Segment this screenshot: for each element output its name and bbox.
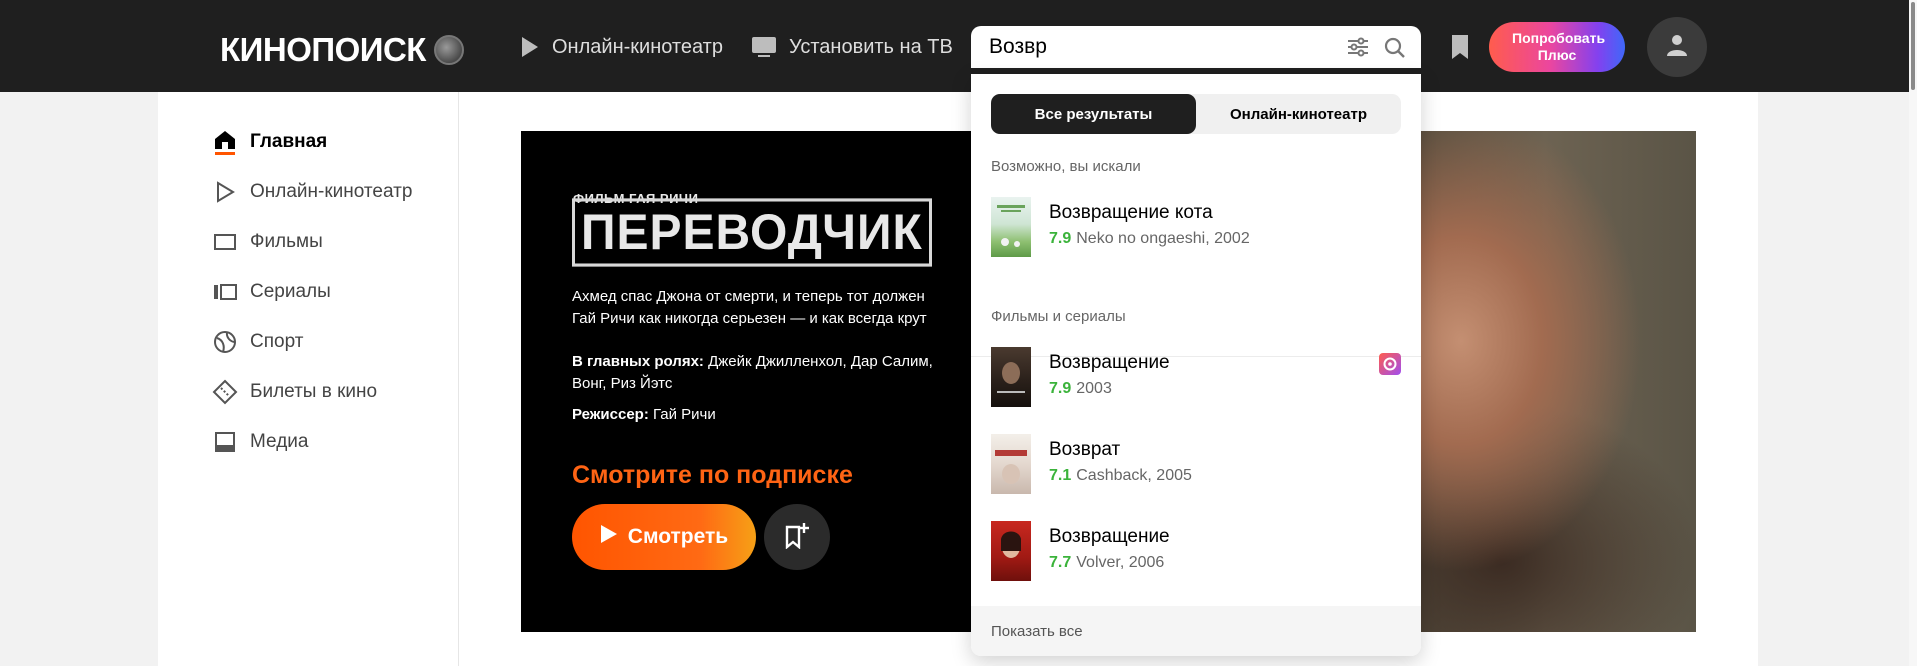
director-label: Режиссер:	[572, 406, 649, 423]
sidebar-item-label: Онлайн-кинотеатр	[250, 181, 413, 202]
sidebar-item-sport[interactable]: Спорт	[212, 327, 303, 357]
play-icon	[212, 179, 238, 205]
film-icon	[212, 229, 238, 255]
banner-description-line2: Гай Ричи как никогда серьезен — и как вс…	[572, 310, 927, 327]
scrollbar[interactable]	[1909, 0, 1917, 666]
maybe-section-title: Возможно, вы искали	[991, 158, 1141, 175]
series-icon	[212, 279, 238, 305]
cast-label: В главных ролях:	[572, 353, 704, 370]
search-result-item[interactable]: Возврат 7.1 Cashback, 2005	[991, 434, 1401, 496]
search-box	[971, 26, 1421, 68]
cast-value-2: Вонг, Риз Йэтс	[572, 375, 673, 392]
result-rating: 7.9	[1049, 230, 1072, 247]
nav-online-cinema-label: Онлайн-кинотеатр	[552, 35, 723, 58]
avatar[interactable]	[1647, 17, 1707, 77]
sidebar-item-tickets[interactable]: Билеты в кино	[212, 377, 377, 407]
result-title: Возвращение	[1049, 352, 1170, 373]
plus-badge-icon	[1379, 353, 1401, 375]
sidebar-item-label: Спорт	[250, 331, 304, 352]
search-result-item[interactable]: Возвращение кота 7.9 Neko no ongaeshi, 20…	[991, 197, 1401, 259]
poster-image	[991, 197, 1031, 257]
search-icon[interactable]	[1383, 36, 1407, 65]
home-icon	[212, 129, 238, 155]
bookmark-icon[interactable]	[1450, 34, 1470, 65]
banner-cast: В главных ролях: Джейк Джилленхол, Дар С…	[572, 351, 1002, 395]
sidebar-item-label: Главная	[250, 131, 328, 152]
tab-all-results[interactable]: Все результаты	[991, 94, 1196, 134]
watch-button-label: Смотреть	[627, 525, 729, 548]
search-result-item[interactable]: Возвращение 7.7 Volver, 2006	[991, 521, 1401, 583]
show-all-link[interactable]: Показать все	[971, 606, 1421, 656]
banner-description-line1: Ахмед спас Джона от смерти, и теперь тот…	[572, 288, 925, 305]
result-rating: 7.7	[1049, 554, 1072, 571]
result-meta: 7.1 Cashback, 2005	[1049, 467, 1192, 485]
sidebar-item-online-cinema[interactable]: Онлайн-кинотеатр	[212, 177, 412, 207]
sidebar-item-label: Фильмы	[250, 231, 323, 252]
logo[interactable]: КИНОПОИСК	[220, 31, 464, 69]
cast-value: Джейк Джилленхол, Дар Салим,	[708, 353, 933, 370]
nav-online-cinema[interactable]: Онлайн-кинотеатр	[520, 32, 723, 62]
result-title: Возврат	[1049, 439, 1121, 460]
sidebar-item-media[interactable]: Медиа	[212, 427, 308, 457]
user-icon	[1665, 33, 1689, 62]
nav-install-tv-label: Установить на ТВ	[789, 35, 953, 58]
result-meta: 7.7 Volver, 2006	[1049, 554, 1164, 572]
search-input[interactable]	[971, 35, 1331, 59]
result-meta: 7.9 2003	[1049, 380, 1112, 398]
filter-icon[interactable]	[1346, 36, 1370, 63]
bookmark-add-icon	[784, 521, 810, 554]
media-icon	[212, 429, 238, 455]
watch-button[interactable]: Смотреть	[572, 504, 756, 570]
result-rating: 7.9	[1049, 380, 1072, 397]
sidebar-divider	[458, 92, 459, 666]
play-icon	[520, 36, 540, 58]
sport-icon	[212, 329, 238, 355]
scrollbar-thumb[interactable]	[1911, 2, 1915, 90]
play-icon	[600, 524, 618, 550]
poster-image	[991, 434, 1031, 494]
sidebar-item-home[interactable]: Главная	[212, 127, 327, 157]
poster-image	[991, 521, 1031, 581]
films-section-title: Фильмы и сериалы	[991, 308, 1126, 325]
sidebar-item-label: Билеты в кино	[250, 381, 378, 402]
try-plus-label: Попробовать Плюс	[1512, 30, 1606, 63]
tab-online-cinema[interactable]: Онлайн-кинотеатр	[1196, 94, 1401, 134]
result-rating: 7.1	[1049, 467, 1072, 484]
try-plus-button[interactable]: Попробовать Плюс	[1489, 22, 1625, 72]
result-info: Volver, 2006	[1076, 554, 1165, 571]
ticket-icon	[212, 379, 238, 405]
logo-text: КИНОПОИСК	[220, 31, 426, 68]
search-dropdown: Все результаты Онлайн-кинотеатр Возможно…	[971, 74, 1421, 656]
add-to-favorites-button[interactable]	[764, 504, 830, 570]
banner-director: Режиссер: Гай Ричи	[572, 406, 716, 423]
result-title: Возвращение	[1049, 526, 1170, 547]
result-meta: 7.9 Neko no ongaeshi, 2002	[1049, 230, 1250, 248]
search-tabs: Все результаты Онлайн-кинотеатр	[991, 94, 1401, 134]
nav-install-tv[interactable]: Установить на ТВ	[751, 32, 953, 62]
banner-description: Ахмед спас Джона от смерти, и теперь тот…	[572, 286, 1002, 330]
result-info: Cashback, 2005	[1076, 467, 1192, 484]
result-title: Возвращение кота	[1049, 202, 1213, 223]
sidebar-item-label: Медиа	[250, 431, 309, 452]
sidebar-item-films[interactable]: Фильмы	[212, 227, 323, 257]
search-result-item[interactable]: Возвращение 7.9 2003	[991, 347, 1401, 409]
result-info: 2003	[1076, 380, 1112, 397]
banner-title: ПЕРЕВОДЧИК	[572, 198, 932, 267]
director-value: Гай Ричи	[653, 406, 716, 423]
sidebar-item-label: Сериалы	[250, 281, 331, 302]
sidebar-item-series[interactable]: Сериалы	[212, 277, 331, 307]
poster-image	[991, 347, 1031, 407]
globe-icon	[433, 35, 464, 65]
result-info: Neko no ongaeshi, 2002	[1076, 230, 1250, 247]
watch-subscription-text: Смотрите по подписке	[572, 461, 853, 489]
tv-icon	[751, 36, 777, 58]
